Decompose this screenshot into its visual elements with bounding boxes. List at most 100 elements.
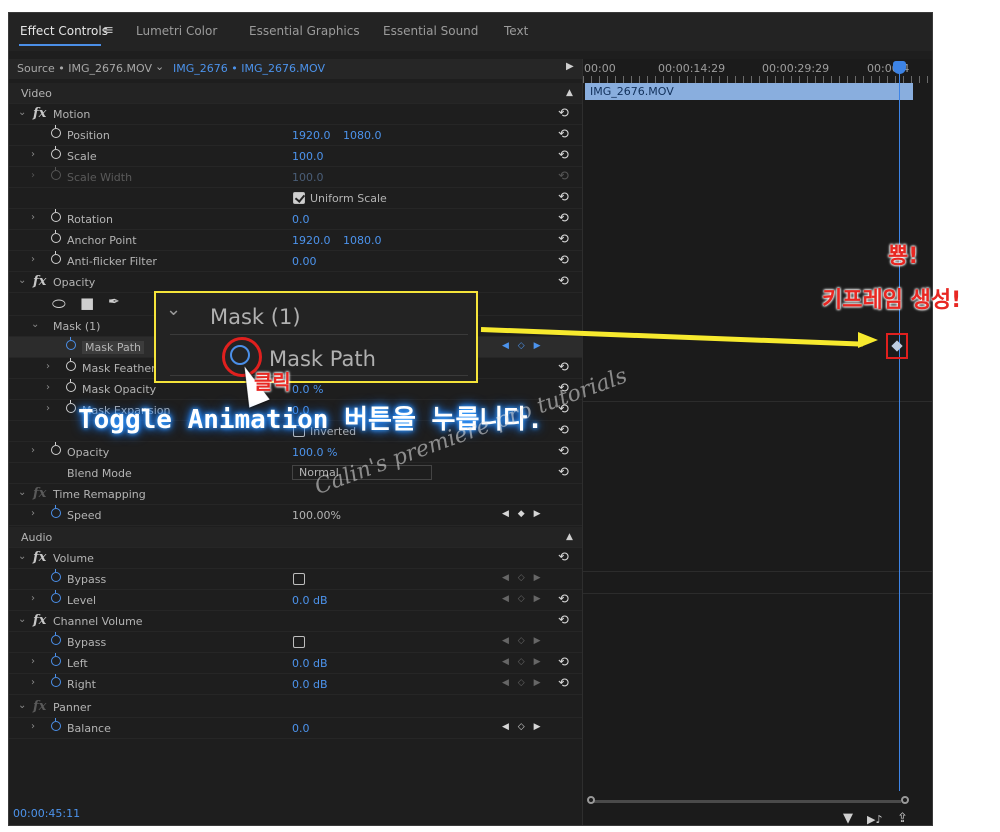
- timeline-clip[interactable]: IMG_2676.MOV: [585, 83, 913, 100]
- collapse-icon[interactable]: ⌄: [18, 614, 26, 625]
- current-time[interactable]: 00:00:45:11: [13, 807, 80, 820]
- bypass-checkbox[interactable]: [293, 573, 305, 585]
- timeline-scrollbar[interactable]: [587, 796, 909, 806]
- balance-value[interactable]: 0.0: [292, 722, 310, 735]
- collapse-up-icon[interactable]: ▲: [566, 532, 573, 542]
- expand-icon[interactable]: ›: [31, 212, 35, 223]
- expand-icon[interactable]: ›: [46, 361, 50, 372]
- stopwatch-icon[interactable]: [51, 209, 61, 222]
- reset-icon[interactable]: ⟲: [558, 676, 569, 691]
- tab-text[interactable]: Text: [504, 24, 528, 38]
- tab-lumetri-color[interactable]: Lumetri Color: [136, 24, 217, 38]
- playhead-line[interactable]: [899, 69, 900, 791]
- reset-icon[interactable]: ⟲: [558, 148, 569, 163]
- collapse-icon[interactable]: ⌄: [18, 551, 26, 562]
- level-value[interactable]: 0.0 dB: [292, 594, 328, 607]
- anchor-y-value[interactable]: 1080.0: [343, 234, 382, 247]
- reset-icon[interactable]: ⟲: [558, 190, 569, 205]
- collapse-icon[interactable]: ⌄: [18, 275, 26, 286]
- collapse-up-icon[interactable]: ▲: [566, 88, 573, 98]
- collapse-icon[interactable]: ⌄: [18, 107, 26, 118]
- rectangle-mask-icon[interactable]: ■: [80, 294, 94, 312]
- stopwatch-icon[interactable]: [51, 718, 61, 731]
- fx-icon[interactable]: fx: [33, 613, 46, 628]
- scroll-handle-left[interactable]: [587, 796, 595, 804]
- scale-value[interactable]: 100.0: [292, 150, 324, 163]
- position-y-value[interactable]: 1080.0: [343, 129, 382, 142]
- keyframe-nav[interactable]: ◀ ◇ ▶: [502, 678, 544, 688]
- keyframe-nav[interactable]: ◀ ◇ ▶: [502, 722, 544, 732]
- reset-icon[interactable]: ⟲: [558, 655, 569, 670]
- right-value[interactable]: 0.0 dB: [292, 678, 328, 691]
- reset-icon[interactable]: ⟲: [558, 550, 569, 565]
- reset-icon[interactable]: ⟲: [558, 232, 569, 247]
- stopwatch-icon[interactable]: [51, 251, 61, 264]
- stopwatch-icon[interactable]: [66, 379, 76, 392]
- expand-icon[interactable]: ›: [31, 508, 35, 519]
- stopwatch-icon[interactable]: [51, 674, 61, 687]
- fx-icon[interactable]: fx: [33, 106, 46, 121]
- keyframe-nav[interactable]: ◀ ◇ ▶: [502, 573, 544, 583]
- scrollbar-track[interactable]: [593, 800, 901, 803]
- stopwatch-icon[interactable]: [66, 358, 76, 371]
- play-audio-icon[interactable]: ▶♪: [867, 813, 882, 825]
- fx-icon[interactable]: fx: [33, 274, 46, 289]
- reset-icon[interactable]: ⟲: [558, 465, 569, 480]
- panel-menu-icon[interactable]: ≡: [103, 23, 114, 38]
- reset-icon[interactable]: ⟲: [558, 127, 569, 142]
- reset-icon[interactable]: ⟲: [558, 211, 569, 226]
- tab-effect-controls[interactable]: Effect Controls: [20, 24, 108, 38]
- expand-icon[interactable]: ›: [31, 254, 35, 265]
- keyframe-nav[interactable]: ◀ ◆ ▶: [502, 509, 544, 519]
- expand-icon[interactable]: ›: [31, 445, 35, 456]
- stopwatch-icon[interactable]: [51, 442, 61, 455]
- anti-flicker-value[interactable]: 0.00: [292, 255, 317, 268]
- filter-icon[interactable]: ▼: [843, 811, 853, 825]
- chevron-down-icon[interactable]: ⌄: [155, 60, 164, 73]
- keyframe-nav[interactable]: ◀ ◇ ▶: [502, 636, 544, 646]
- fx-icon[interactable]: fx: [33, 550, 46, 565]
- reset-icon[interactable]: ⟲: [558, 274, 569, 289]
- stopwatch-icon[interactable]: [51, 125, 61, 138]
- anchor-x-value[interactable]: 1920.0: [292, 234, 331, 247]
- reset-icon[interactable]: ⟲: [558, 613, 569, 628]
- tab-essential-sound[interactable]: Essential Sound: [383, 24, 478, 38]
- stopwatch-icon[interactable]: [51, 146, 61, 159]
- opacity-value[interactable]: 100.0 %: [292, 446, 337, 459]
- collapse-icon[interactable]: ⌄: [31, 319, 39, 330]
- speed-value[interactable]: 100.00%: [292, 509, 341, 522]
- stopwatch-icon[interactable]: [51, 230, 61, 243]
- reset-icon[interactable]: ⟲: [558, 423, 569, 438]
- tab-essential-graphics[interactable]: Essential Graphics: [249, 24, 360, 38]
- reset-icon[interactable]: ⟲: [558, 360, 569, 375]
- expand-icon[interactable]: ›: [31, 656, 35, 667]
- collapse-icon[interactable]: ⌄: [18, 487, 26, 498]
- stopwatch-icon[interactable]: [51, 590, 61, 603]
- left-value[interactable]: 0.0 dB: [292, 657, 328, 670]
- stopwatch-icon[interactable]: [51, 505, 61, 518]
- rotation-value[interactable]: 0.0: [292, 213, 310, 226]
- sequence-clip-label[interactable]: IMG_2676 • IMG_2676.MOV: [173, 62, 325, 75]
- source-clip-label[interactable]: Source • IMG_2676.MOV: [17, 62, 152, 75]
- expand-icon[interactable]: ›: [46, 382, 50, 393]
- uniform-scale-checkbox[interactable]: [293, 192, 305, 204]
- scroll-handle-right[interactable]: [901, 796, 909, 804]
- stopwatch-icon[interactable]: [51, 569, 61, 582]
- keyframe-nav[interactable]: ◀ ◇ ▶: [502, 341, 544, 351]
- keyframe-nav[interactable]: ◀ ◇ ▶: [502, 657, 544, 667]
- export-icon[interactable]: ⇪: [897, 811, 908, 825]
- time-ruler[interactable]: 00:00 00:00:14:29 00:00:29:29 00:00:4: [583, 59, 932, 83]
- stopwatch-icon[interactable]: [66, 337, 76, 350]
- stopwatch-icon[interactable]: [51, 653, 61, 666]
- mask-opacity-value[interactable]: 0.0 %: [292, 383, 323, 396]
- position-x-value[interactable]: 1920.0: [292, 129, 331, 142]
- expand-icon[interactable]: ›: [46, 403, 50, 414]
- expand-icon[interactable]: ›: [31, 677, 35, 688]
- reset-icon[interactable]: ⟲: [558, 106, 569, 121]
- pen-mask-icon[interactable]: ✒: [108, 294, 120, 310]
- reset-icon[interactable]: ⟲: [558, 444, 569, 459]
- stopwatch-icon[interactable]: [66, 400, 76, 413]
- keyframe-nav[interactable]: ◀ ◇ ▶: [502, 594, 544, 604]
- reset-icon[interactable]: ⟲: [558, 253, 569, 268]
- channel-bypass-checkbox[interactable]: [293, 636, 305, 648]
